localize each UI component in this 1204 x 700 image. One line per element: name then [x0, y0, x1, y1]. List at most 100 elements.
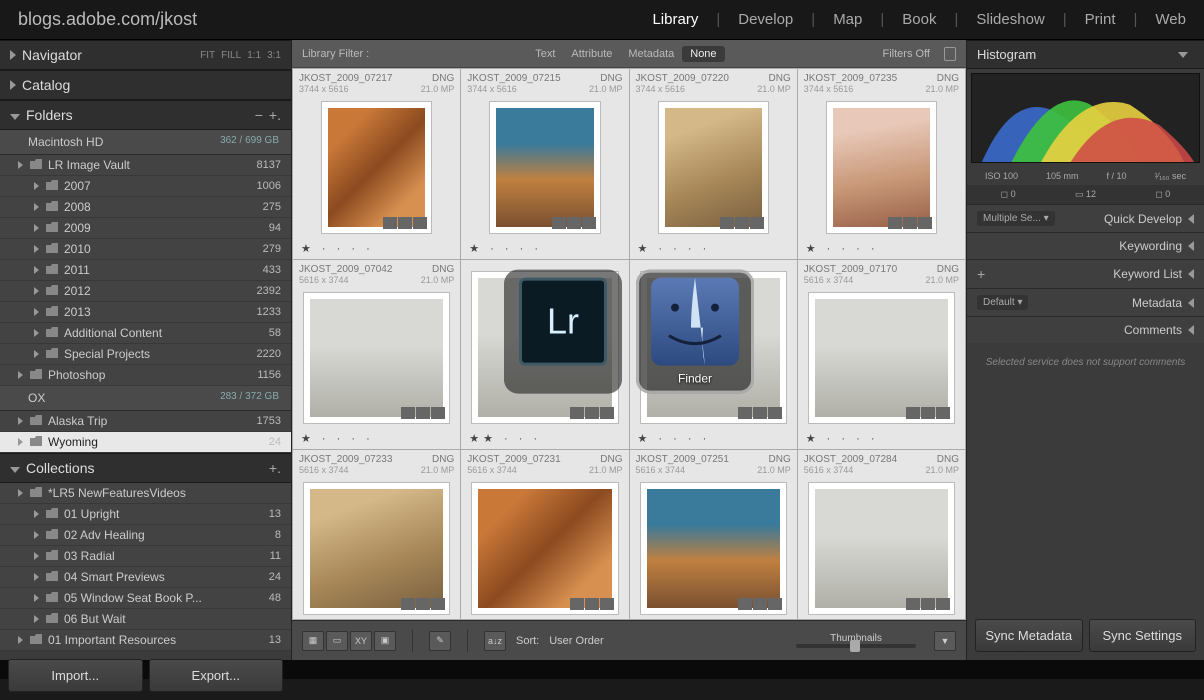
star-rating[interactable]: ★ · · · ·	[798, 238, 965, 259]
survey-view-button[interactable]: ▣	[374, 631, 396, 651]
folder-wyoming[interactable]: Wyoming24	[0, 432, 291, 453]
folder-additional-content[interactable]: Additional Content58	[0, 323, 291, 344]
thumbnail[interactable]	[303, 482, 450, 615]
folder-special-projects[interactable]: Special Projects2220	[0, 344, 291, 365]
thumbnail[interactable]	[640, 482, 787, 615]
image-format: DNG	[769, 73, 791, 84]
drive-row[interactable]: Macintosh HD 362 / 699 GB	[0, 130, 291, 155]
grid-cell[interactable]: JKOST_2009_07170DNG5616 x 374421.0 MP★ ·…	[798, 260, 965, 450]
folder-04-smart-previews[interactable]: 04 Smart Previews24	[0, 567, 291, 588]
sync-metadata-button[interactable]: Sync Metadata	[975, 619, 1083, 652]
folder-2013[interactable]: 20131233	[0, 302, 291, 323]
toolbar-menu-button[interactable]: ▼	[934, 631, 956, 651]
thumbnail[interactable]	[658, 101, 769, 234]
add-folder-button[interactable]: +.	[269, 107, 281, 123]
grid-view-button[interactable]: ▦	[302, 631, 324, 651]
catalog-header[interactable]: Catalog	[0, 70, 291, 100]
nav-zoom-1:1[interactable]: 1:1	[247, 50, 261, 61]
folder-lr-image-vault[interactable]: LR Image Vault8137	[0, 155, 291, 176]
thumbnail[interactable]	[471, 482, 618, 615]
folder-photoshop[interactable]: Photoshop1156	[0, 365, 291, 386]
export-button[interactable]: Export...	[149, 659, 284, 692]
nav-zoom-3:1[interactable]: 3:1	[267, 50, 281, 61]
grid-cell[interactable]: JKOST_2009_07042DNG5616 x 374421.0 MP★ ·…	[293, 260, 460, 450]
histogram-header[interactable]: Histogram	[967, 40, 1204, 69]
star-rating[interactable]: ★ · · · ·	[630, 428, 797, 449]
grid-cell[interactable]: JKOST_2009_07231DNG5616 x 374421.0 MP	[461, 450, 628, 619]
module-slideshow[interactable]: Slideshow	[976, 11, 1044, 28]
thumbnail[interactable]	[489, 101, 600, 234]
star-rating[interactable]: ★ · · · ·	[293, 428, 460, 449]
filters-off-dropdown[interactable]: Filters Off	[883, 48, 930, 60]
thumbnail-size-slider[interactable]	[796, 644, 916, 648]
folder-01-important-resources[interactable]: 01 Important Resources13	[0, 630, 291, 651]
folder-06-but-wait[interactable]: 06 But Wait	[0, 609, 291, 630]
folder-01-upright[interactable]: 01 Upright13	[0, 504, 291, 525]
star-rating[interactable]: ★ · · · ·	[461, 238, 628, 259]
sync-settings-button[interactable]: Sync Settings	[1089, 619, 1197, 652]
loupe-view-button[interactable]: ▭	[326, 631, 348, 651]
panel-keywording[interactable]: Keywording	[967, 232, 1204, 259]
star-rating[interactable]: ★ · · · ·	[630, 238, 797, 259]
star-rating[interactable]: ★ · · · ·	[293, 238, 460, 259]
panel-quick-develop[interactable]: Multiple Se... ▾Quick Develop	[967, 204, 1204, 232]
filter-none[interactable]: None	[682, 46, 724, 62]
thumbnail[interactable]	[808, 292, 955, 425]
folder-2008[interactable]: 2008275	[0, 197, 291, 218]
nav-zoom-FILL[interactable]: FILL	[221, 50, 241, 61]
painter-tool-button[interactable]: ✎	[429, 631, 451, 651]
thumbnail[interactable]	[303, 292, 450, 425]
grid-cell[interactable]: JKOST_2009_07220DNG3744 x 561621.0 MP★ ·…	[630, 69, 797, 259]
module-library[interactable]: Library	[652, 11, 698, 28]
compare-view-button[interactable]: XY	[350, 631, 372, 651]
thumbnail[interactable]	[808, 482, 955, 615]
import-button[interactable]: Import...	[8, 659, 143, 692]
navigator-header[interactable]: Navigator FITFILL1:13:1	[0, 40, 291, 70]
panel-dropdown[interactable]: Default ▾	[977, 295, 1028, 310]
filter-metadata[interactable]: Metadata	[620, 46, 682, 62]
panel-dropdown[interactable]: Multiple Se... ▾	[977, 211, 1055, 226]
module-web[interactable]: Web	[1155, 11, 1186, 28]
folder-2009[interactable]: 200994	[0, 218, 291, 239]
folders-header[interactable]: Folders − +.	[0, 100, 291, 130]
sort-value-dropdown[interactable]: User Order	[549, 635, 603, 647]
add-keyword-button[interactable]: +	[977, 266, 985, 282]
panel-keyword-list[interactable]: +Keyword List	[967, 259, 1204, 288]
grid-cell[interactable]: JKOST_2009_07251DNG5616 x 374421.0 MP	[630, 450, 797, 619]
add-collection-button[interactable]: +.	[269, 460, 281, 476]
lock-icon[interactable]	[944, 47, 956, 61]
collections-header[interactable]: Collections +.	[0, 453, 291, 483]
folder-2007[interactable]: 20071006	[0, 176, 291, 197]
minus-folder-button[interactable]: −	[255, 107, 263, 123]
thumbnail[interactable]	[321, 101, 432, 234]
folder-2010[interactable]: 2010279	[0, 239, 291, 260]
module-book[interactable]: Book	[902, 11, 936, 28]
module-develop[interactable]: Develop	[738, 11, 793, 28]
drive-row[interactable]: OX 283 / 372 GB	[0, 386, 291, 411]
panel-comments[interactable]: Comments	[967, 316, 1204, 343]
folder-2011[interactable]: 2011433	[0, 260, 291, 281]
app-tile-lightroom[interactable]: Lr	[504, 270, 622, 394]
sort-direction-button[interactable]: a↓z	[484, 631, 506, 651]
module-map[interactable]: Map	[833, 11, 862, 28]
nav-zoom-FIT[interactable]: FIT	[200, 50, 215, 61]
thumbnail[interactable]	[826, 101, 937, 234]
app-tile-finder[interactable]: Finder	[636, 270, 754, 394]
filter-attribute[interactable]: Attribute	[563, 46, 620, 62]
folder-05-window-seat-book-p-[interactable]: 05 Window Seat Book P...48	[0, 588, 291, 609]
module-print[interactable]: Print	[1085, 11, 1116, 28]
grid-cell[interactable]: JKOST_2009_07215DNG3744 x 561621.0 MP★ ·…	[461, 69, 628, 259]
folder-alaska-trip[interactable]: Alaska Trip1753	[0, 411, 291, 432]
panel-metadata[interactable]: Default ▾Metadata	[967, 288, 1204, 316]
star-rating[interactable]: ★★ · · ·	[461, 428, 628, 449]
grid-cell[interactable]: JKOST_2009_07233DNG5616 x 374421.0 MP	[293, 450, 460, 619]
grid-cell[interactable]: JKOST_2009_07235DNG3744 x 561621.0 MP★ ·…	[798, 69, 965, 259]
grid-cell[interactable]: JKOST_2009_07217DNG3744 x 561621.0 MP★ ·…	[293, 69, 460, 259]
folder-02-adv-healing[interactable]: 02 Adv Healing8	[0, 525, 291, 546]
filter-text[interactable]: Text	[527, 46, 563, 62]
grid-cell[interactable]: JKOST_2009_07284DNG5616 x 374421.0 MP	[798, 450, 965, 619]
star-rating[interactable]: ★ · · · ·	[798, 428, 965, 449]
folder-2012[interactable]: 20122392	[0, 281, 291, 302]
folder--lr5-newfeaturesvideos[interactable]: *LR5 NewFeaturesVideos	[0, 483, 291, 504]
folder-03-radial[interactable]: 03 Radial11	[0, 546, 291, 567]
